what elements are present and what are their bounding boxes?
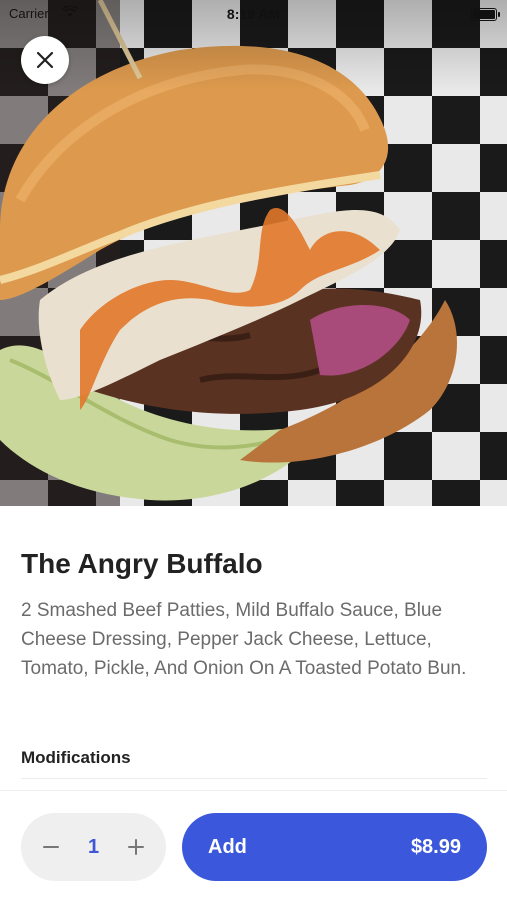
bottom-action-bar: 1 Add $8.99 <box>0 790 507 901</box>
minus-icon <box>43 846 59 848</box>
item-title: The Angry Buffalo <box>21 548 263 579</box>
hero-image <box>0 0 507 506</box>
modifications-heading: Modifications <box>21 748 131 767</box>
close-icon <box>36 51 54 69</box>
battery-icon <box>471 8 500 21</box>
quantity-stepper: 1 <box>21 813 166 881</box>
status-time: 8:19 AM <box>226 6 281 22</box>
add-to-cart-button[interactable]: Add $8.99 <box>182 813 487 881</box>
divider <box>21 778 487 779</box>
plus-icon <box>128 839 144 855</box>
hero-shade <box>0 0 507 506</box>
close-button[interactable] <box>21 36 69 84</box>
quantity-value: 1 <box>87 835 100 858</box>
item-description: 2 Smashed Beef Patties, Mild Buffalo Sau… <box>21 600 467 679</box>
increment-button[interactable] <box>124 835 148 859</box>
price-label: $8.99 <box>410 835 461 858</box>
add-label: Add <box>208 835 247 858</box>
status-bar: Carrier 8:19 AM <box>0 0 507 28</box>
decrement-button[interactable] <box>39 835 63 859</box>
